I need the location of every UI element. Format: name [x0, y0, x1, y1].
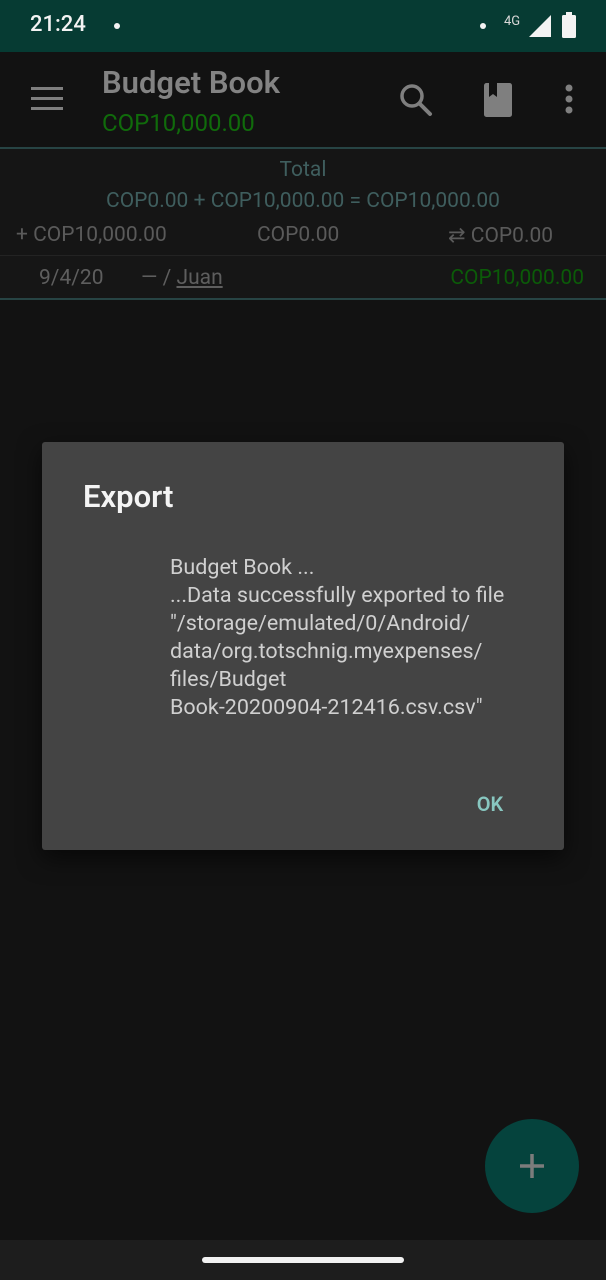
summary-total-equation: COP0.00 + COP10,000.00 = COP10,000.00: [106, 189, 500, 213]
notification-dot-icon: [114, 23, 120, 29]
ok-button[interactable]: OK: [462, 780, 518, 828]
bookmark-book-icon[interactable]: [480, 82, 516, 118]
transaction-category: — / Juan: [141, 266, 223, 290]
status-bar: 21:24 4G: [0, 0, 606, 52]
status-time: 21:24: [30, 12, 86, 37]
transaction-category-prefix: — /: [141, 266, 177, 290]
account-balance: COP10,000.00: [102, 109, 255, 137]
hamburger-menu-icon[interactable]: [31, 87, 63, 111]
summary-total-label: Total: [279, 158, 327, 182]
home-gesture-handle[interactable]: [202, 1257, 404, 1263]
dialog-message-line: Budget Book ...: [170, 555, 315, 580]
dialog-message: Budget Book ... ...Data successfully exp…: [170, 554, 544, 722]
dialog-message-line: ...Data successfully exported to file: [170, 583, 505, 608]
dialog-title: Export: [83, 478, 174, 515]
add-transaction-button[interactable]: [485, 1119, 579, 1213]
account-summary: Total COP0.00 + COP10,000.00 = COP10,000…: [0, 149, 606, 255]
app-bar: Budget Book COP10,000.00: [0, 52, 606, 148]
summary-expense: COP0.00: [257, 223, 340, 247]
battery-icon: [562, 12, 576, 38]
transaction-amount: COP10,000.00: [450, 266, 584, 290]
more-vert-icon[interactable]: [551, 82, 587, 118]
dialog-message-line: data/org.totschnig.myexpenses/: [170, 639, 483, 664]
summary-income: + COP10,000.00: [16, 223, 167, 247]
add-icon: [520, 1154, 544, 1178]
dialog-message-line: "/storage/emulated/0/Android/: [170, 611, 470, 636]
summary-transfer: ⇄ COP0.00: [448, 224, 554, 248]
navigation-bar: [0, 1240, 606, 1280]
search-icon[interactable]: [398, 82, 434, 118]
export-dialog: Export Budget Book ... ...Data successfu…: [42, 442, 564, 850]
transaction-payee: Juan: [176, 266, 223, 290]
signal-icon: [529, 15, 551, 37]
account-title: Budget Book: [102, 64, 280, 101]
dialog-message-line: Book-20200904-212416.csv.csv": [170, 695, 483, 720]
transaction-date: 9/4/20: [39, 266, 104, 290]
dialog-message-line: files/Budget: [170, 667, 287, 692]
network-type-label: 4G: [504, 14, 521, 29]
notification-dot-icon: [480, 23, 486, 29]
transaction-row[interactable]: 9/4/20 — / Juan COP10,000.00: [0, 255, 606, 299]
